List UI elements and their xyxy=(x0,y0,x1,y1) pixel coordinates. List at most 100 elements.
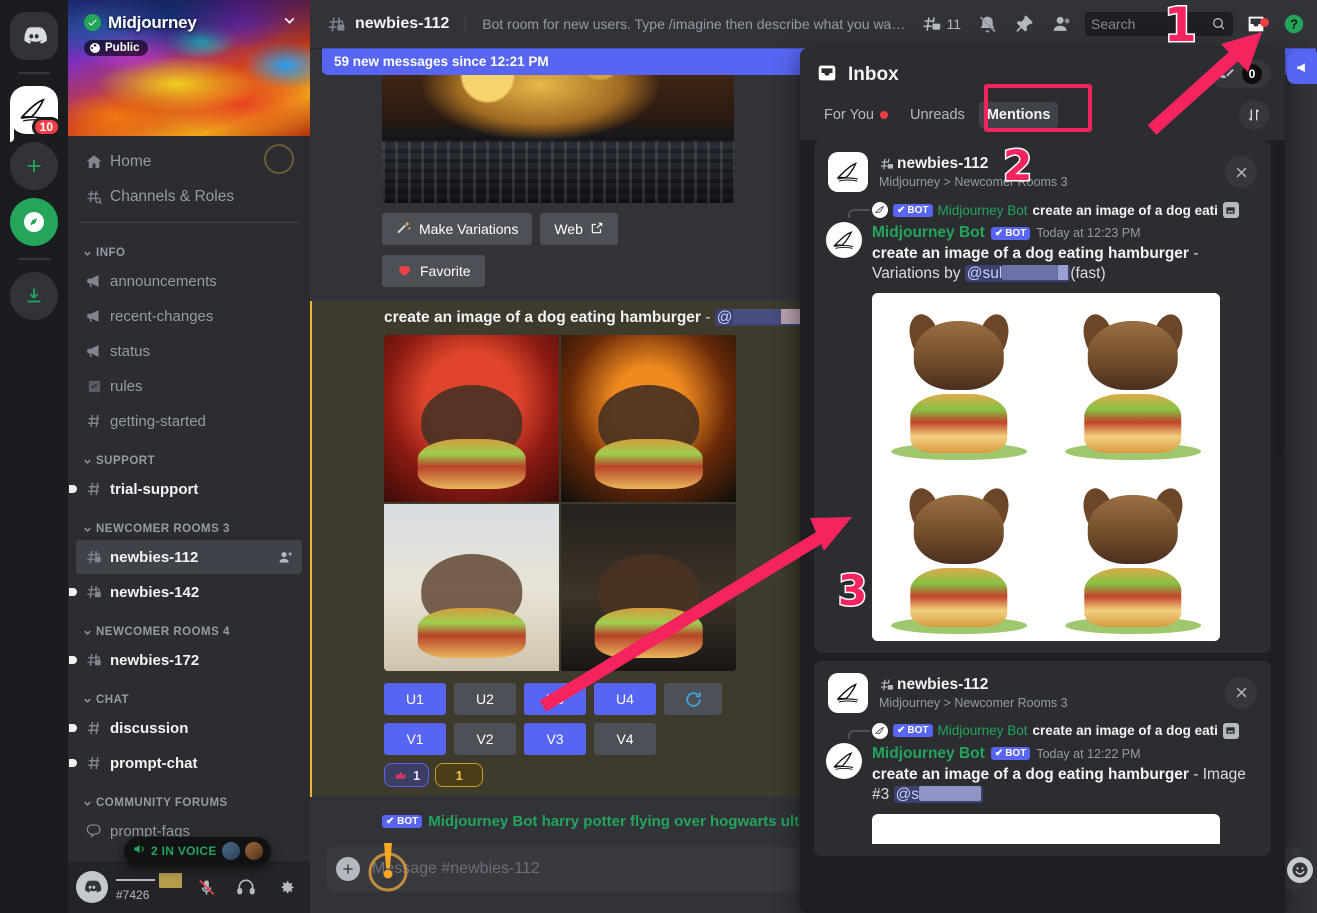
category-community-forums[interactable]: COMMUNITY FORUMS xyxy=(68,781,310,813)
make-variations-button[interactable]: Make Variations xyxy=(382,213,533,245)
reaction-crown[interactable]: 1 xyxy=(384,763,430,787)
sidebar-item-recent-changes[interactable]: recent-changes xyxy=(76,299,302,333)
search-input[interactable]: Search xyxy=(1085,12,1233,36)
category-chat[interactable]: CHAT xyxy=(68,678,310,710)
v4-button[interactable]: V4 xyxy=(594,723,656,755)
avatar[interactable] xyxy=(826,742,862,779)
pinned-messages-button[interactable] xyxy=(1010,14,1039,35)
channel-topic[interactable]: Bot room for new users. Type /imagine th… xyxy=(482,16,909,32)
inbox-card-message[interactable]: Midjourney Bot ✔ BOT Today at 12:23 PM c… xyxy=(814,218,1271,641)
sidebar-item-home[interactable]: Home xyxy=(76,145,302,179)
inbox-card-reference[interactable]: ✔ BOT Midjourney Bot create an image of … xyxy=(814,202,1271,218)
user-mention[interactable]: @s xyxy=(893,786,984,804)
sidebar-item-channels-roles[interactable]: Channels & Roles xyxy=(76,180,302,214)
inbox-card[interactable]: newbies-112 Midjourney > Newcomer Rooms … xyxy=(814,660,1271,856)
reaction-count: 1 xyxy=(455,767,463,783)
sidebar-item-getting-started[interactable]: getting-started xyxy=(76,404,302,438)
sidebar-item-newbies-142[interactable]: newbies-142 xyxy=(69,575,302,609)
grid-image-1[interactable] xyxy=(872,292,1046,467)
u3-button[interactable]: U3 xyxy=(524,683,586,715)
username-block[interactable]: #7426 xyxy=(116,872,182,902)
tab-mentions[interactable]: Mentions xyxy=(978,102,1059,128)
u4-button[interactable]: U4 xyxy=(594,683,656,715)
server-rail-item-discord-home[interactable] xyxy=(10,12,58,60)
server-avatar xyxy=(828,152,868,192)
user-mention[interactable]: @sul xyxy=(964,265,1071,283)
v2-button[interactable]: V2 xyxy=(454,723,516,755)
sidebar-item-status[interactable]: status xyxy=(76,334,302,368)
sidebar-item-newbies-172[interactable]: newbies-172 xyxy=(69,643,302,677)
server-rail-item-explore-servers[interactable] xyxy=(10,198,58,246)
grid-image-4[interactable] xyxy=(561,504,736,671)
guild-banner[interactable]: Midjourney Public xyxy=(68,0,310,136)
notification-settings-button[interactable] xyxy=(973,14,1002,35)
message-image-grid-partial[interactable] xyxy=(872,813,1220,844)
sidebar-item-trial-support[interactable]: trial-support xyxy=(69,472,302,506)
category-support[interactable]: SUPPORT xyxy=(68,439,310,471)
sidebar-item-rules[interactable]: rules xyxy=(76,369,302,403)
v3-button[interactable]: V3 xyxy=(524,723,586,755)
grid-image-1[interactable] xyxy=(384,335,559,502)
inbox-button[interactable] xyxy=(1241,13,1271,35)
close-icon[interactable] xyxy=(1225,676,1257,709)
inbox-card-reference[interactable]: ✔ BOT Midjourney Bot create an image of … xyxy=(814,722,1271,739)
message-image-grid[interactable] xyxy=(384,335,736,671)
help-button[interactable]: ? xyxy=(1279,13,1309,35)
server-rail-item-midjourney[interactable]: 10 xyxy=(10,86,61,137)
inbox-card-channel[interactable]: newbies-112 xyxy=(879,676,1068,694)
grid-image-4[interactable] xyxy=(1046,466,1220,641)
category-info[interactable]: INFO xyxy=(68,231,310,263)
guild-header[interactable]: Midjourney Public xyxy=(84,12,298,58)
member-list-button[interactable] xyxy=(1047,13,1077,35)
sidebar-item-newbies-112[interactable]: newbies-112 xyxy=(76,540,302,574)
category-newcomer-rooms-4[interactable]: NEWCOMER ROOMS 4 xyxy=(68,610,310,642)
server-rail-item-download-apps[interactable] xyxy=(10,272,58,320)
inbox-sort-button[interactable] xyxy=(1239,100,1269,130)
chevron-down-icon[interactable] xyxy=(281,12,298,33)
reroll-button[interactable] xyxy=(664,683,722,715)
inbox-scrollbar[interactable] xyxy=(1276,144,1282,454)
channel-list[interactable]: Home Channels & Roles INFO announcements xyxy=(68,136,310,861)
u1-button[interactable]: U1 xyxy=(384,683,446,715)
grid-image-3[interactable] xyxy=(384,504,559,671)
mark-all-read-button[interactable]: 0 xyxy=(1210,60,1271,88)
emoji-picker-button[interactable] xyxy=(1287,857,1313,883)
server-rail-item-add-server[interactable] xyxy=(10,142,58,190)
inbox-list[interactable]: newbies-112 Midjourney > Newcomer Rooms … xyxy=(800,140,1285,913)
reaction-gold[interactable]: 1 xyxy=(435,763,484,787)
inbox-header: Inbox 0 For You Unreads Mentions xyxy=(800,48,1285,140)
bot-avatar xyxy=(872,202,888,218)
close-icon[interactable] xyxy=(1225,156,1257,188)
web-button[interactable]: Web xyxy=(540,213,618,245)
grid-image-3[interactable] xyxy=(872,466,1046,641)
favorite-button[interactable]: Favorite xyxy=(382,255,485,287)
inbox-card[interactable]: newbies-112 Midjourney > Newcomer Rooms … xyxy=(814,140,1271,653)
sidebar-item-status-label: status xyxy=(110,342,151,360)
hash-thread-locked-icon xyxy=(879,156,895,172)
v1-button[interactable]: V1 xyxy=(384,723,446,755)
threads-button[interactable]: 11 xyxy=(917,14,965,35)
add-member-icon[interactable] xyxy=(277,549,294,566)
u2-button[interactable]: U2 xyxy=(454,683,516,715)
grid-image-2[interactable] xyxy=(1046,292,1220,467)
sidebar-item-prompt-chat[interactable]: prompt-chat xyxy=(69,746,302,780)
grid-image-2[interactable] xyxy=(561,335,736,502)
sidebar-item-discussion[interactable]: discussion xyxy=(69,711,302,745)
user-settings-button[interactable] xyxy=(270,871,302,903)
voice-activity-toast[interactable]: 2 IN VOICE xyxy=(124,837,271,865)
inbox-card-channel[interactable]: newbies-112 xyxy=(879,155,1068,173)
inbox-card-message[interactable]: Midjourney Bot ✔ BOT Today at 12:22 PM c… xyxy=(814,739,1271,844)
mute-button[interactable] xyxy=(190,871,222,903)
attach-file-button[interactable] xyxy=(336,857,360,881)
avatar[interactable] xyxy=(76,871,108,903)
inbox-popout[interactable]: Inbox 0 For You Unreads Mentions newbies… xyxy=(800,48,1285,913)
server-boost-tab[interactable] xyxy=(1287,52,1317,84)
megaphone-icon xyxy=(1296,63,1305,73)
category-newcomer-rooms-3[interactable]: NEWCOMER ROOMS 3 xyxy=(68,507,310,539)
sidebar-item-announcements[interactable]: announcements xyxy=(76,264,302,298)
avatar[interactable] xyxy=(826,222,862,258)
message-image-grid[interactable] xyxy=(872,292,1220,641)
tab-for-you[interactable]: For You xyxy=(816,102,896,128)
deafen-button[interactable] xyxy=(230,871,262,903)
tab-unreads[interactable]: Unreads xyxy=(902,102,973,128)
